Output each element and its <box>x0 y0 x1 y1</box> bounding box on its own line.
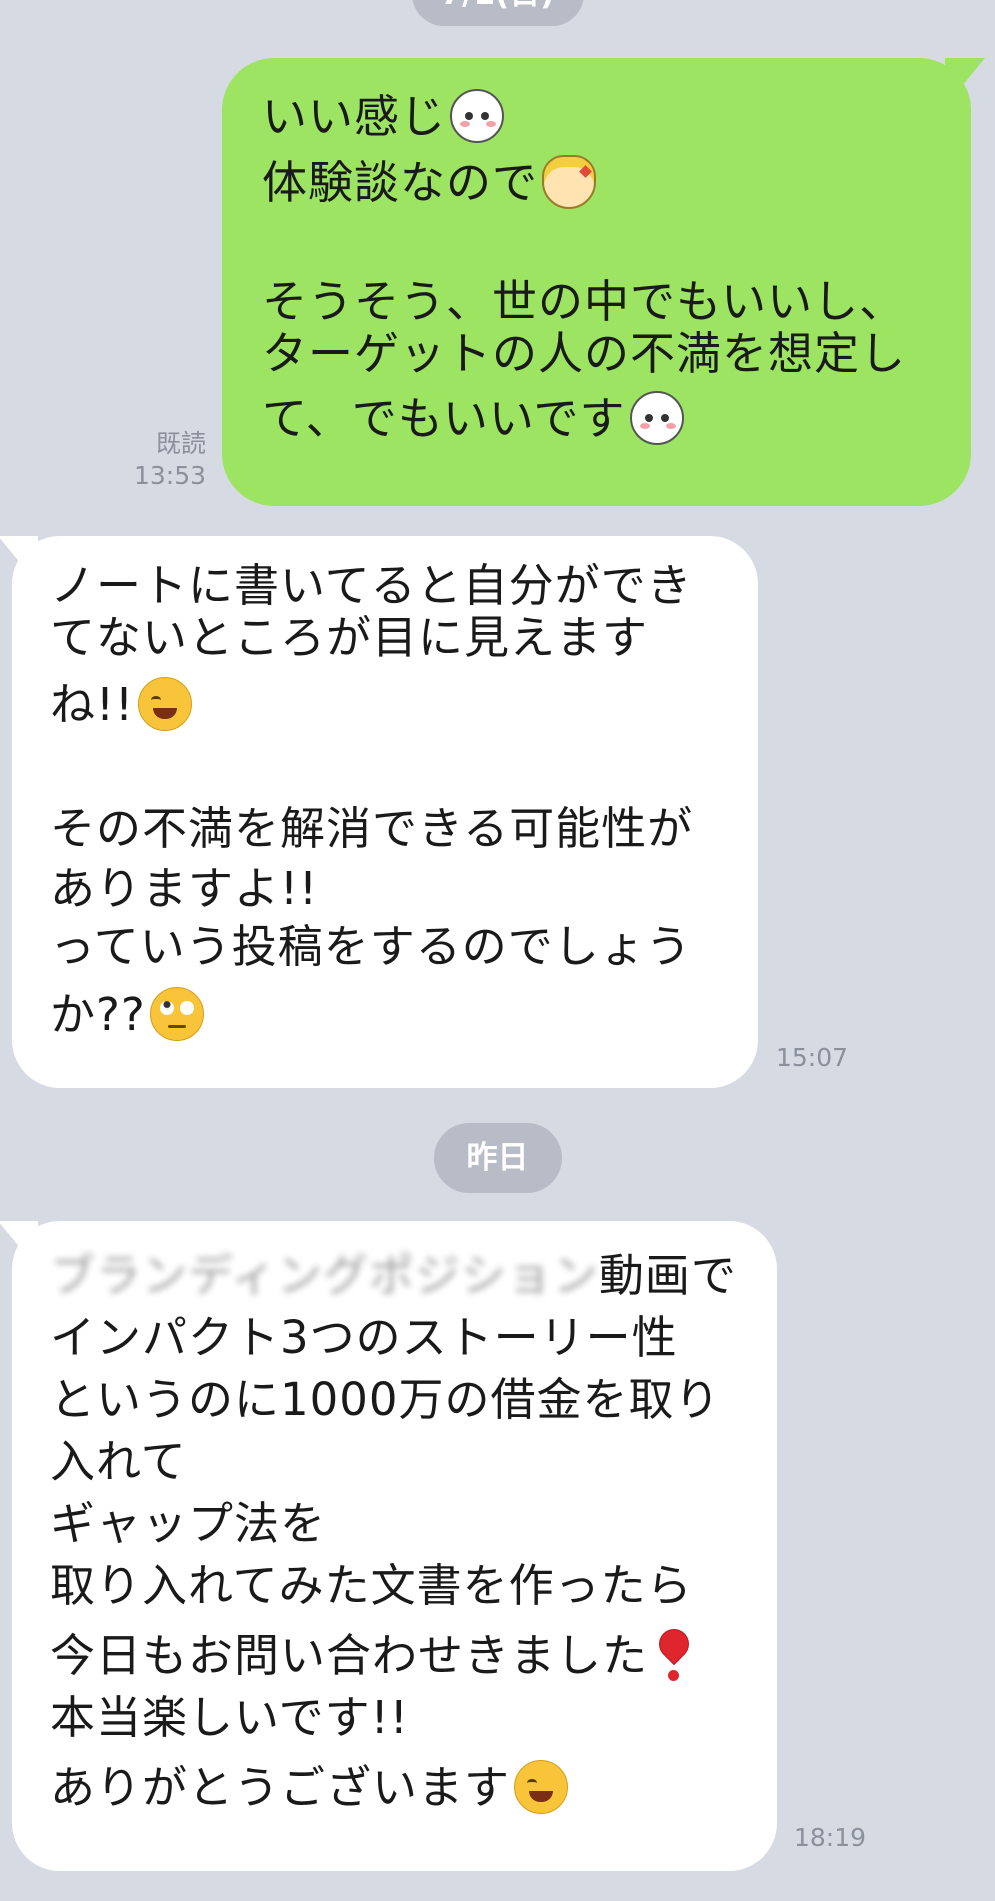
rolling-laughing-emoji-icon <box>138 677 193 731</box>
message-line: ブランディングポジション動画で <box>50 1245 777 1307</box>
grinning-squint-emoji-icon <box>514 1760 569 1814</box>
redacted-text: ブランディングポジション <box>50 1249 599 1302</box>
message-line: 入れて <box>50 1435 187 1488</box>
message-line: というのに1000万の借金を取り <box>50 1373 721 1426</box>
bubble-tail <box>0 1221 38 1255</box>
date-separator-top: 7/1(日) <box>411 0 584 26</box>
message-line: か?? <box>50 984 758 1046</box>
message-line: ありがとうございます <box>50 1757 777 1819</box>
message-line: ターゲットの人の不満を想定し <box>262 327 907 380</box>
message-time: 13:53 <box>133 461 206 490</box>
received-message-bubble[interactable]: ブランディングポジション動画で インパクト3つのストーリー性 というのに1000… <box>0 1221 777 1871</box>
message-line: っていう投稿をするのでしょう <box>50 920 692 973</box>
message-line: ノートに書いてると自分ができ <box>50 559 693 612</box>
message-time: 18:19 <box>794 1823 867 1852</box>
white-face-sticker-icon <box>450 89 505 143</box>
message-line: ね!! <box>50 674 758 736</box>
message-line: その不満を解消できる可能性が <box>50 802 694 855</box>
message-line: ギャップ法を <box>50 1497 327 1550</box>
read-receipt: 既読 <box>155 429 206 458</box>
date-separator-yesterday: 昨日 <box>433 1123 562 1193</box>
message-time: 15:07 <box>776 1043 849 1072</box>
heart-exclamation-emoji-icon <box>654 1626 694 1684</box>
message-line: そうそう、世の中でもいいし、 <box>262 275 906 328</box>
bubble-tail <box>0 536 38 570</box>
blonde-face-sticker-icon <box>542 155 597 209</box>
message-line: 今日もお問い合わせきました <box>50 1625 777 1687</box>
white-face-sticker-icon <box>629 391 684 445</box>
message-line: インパクト3つのストーリー性 <box>50 1311 678 1364</box>
eye-roll-emoji-icon <box>149 987 204 1041</box>
sent-message-bubble[interactable]: いい感じ 体験談なので そうそう、世の中でもいいし、 ターゲットの人の不満を想定… <box>222 58 985 506</box>
received-message-bubble[interactable]: ノートに書いてると自分ができ てないところが目に見えます ね!! その不満を解消… <box>0 536 758 1088</box>
sent-message-meta: 既読 13:53 <box>128 428 206 492</box>
message-line: 本当楽しいです!! <box>50 1691 409 1744</box>
message-line: て、でもいいです <box>262 388 971 450</box>
message-line: 取り入れてみた文書を作ったら <box>50 1559 693 1612</box>
message-line: ありますよ!! <box>50 862 319 915</box>
message-line: 体験談なので <box>262 152 971 214</box>
message-line: いい感じ <box>262 86 971 148</box>
message-line: てないところが目に見えます <box>50 611 649 664</box>
